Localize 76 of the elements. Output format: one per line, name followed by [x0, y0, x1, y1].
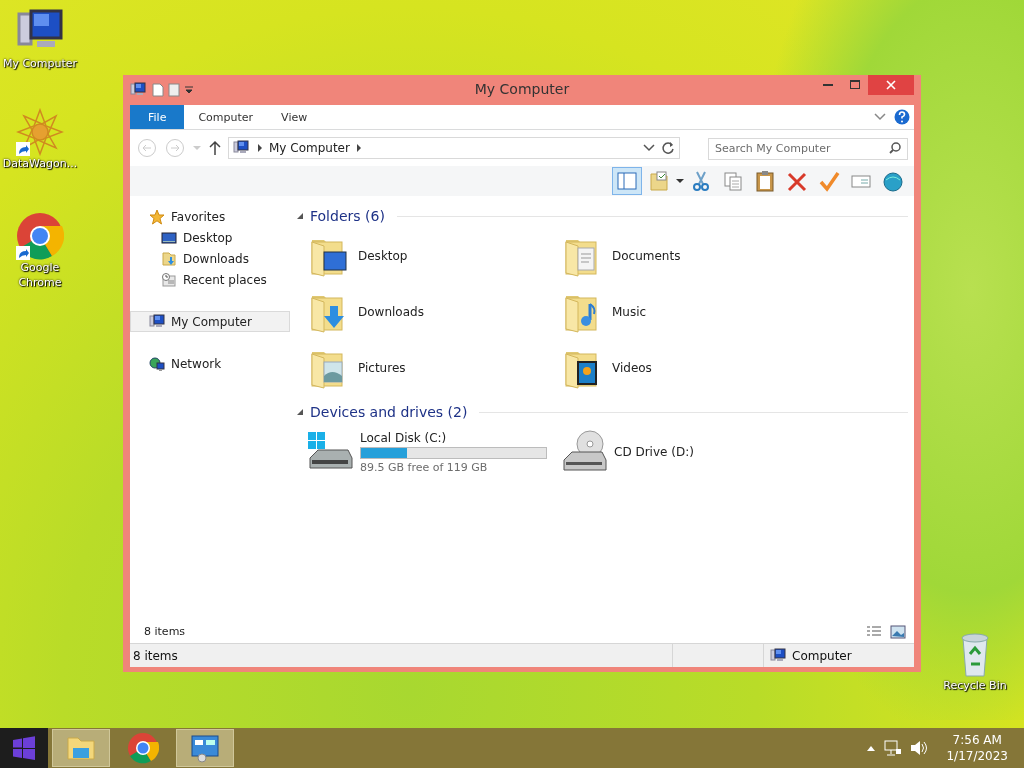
- document-icon[interactable]: [152, 83, 164, 97]
- item-count: 8 items: [144, 625, 186, 638]
- nav-item[interactable]: Downloads: [130, 248, 290, 269]
- drive-name[interactable]: CD Drive (D:): [614, 445, 694, 459]
- up-caret-icon[interactable]: [866, 744, 877, 752]
- close-button[interactable]: [868, 75, 914, 95]
- folder-check-icon: [648, 170, 670, 192]
- large-icons-view-icon[interactable]: [890, 624, 906, 639]
- collapse-triangle-icon[interactable]: [296, 212, 304, 220]
- section-header[interactable]: Folders (6): [310, 208, 385, 224]
- globe-icon: [882, 170, 904, 192]
- drive-name[interactable]: Local Disk (C:): [360, 430, 547, 445]
- ribbon-tab[interactable]: File: [130, 105, 185, 129]
- folder-name[interactable]: Downloads: [358, 305, 424, 319]
- network-icon: [149, 355, 165, 372]
- clipboard-icon: [754, 170, 776, 192]
- taskbar-button[interactable]: [176, 729, 234, 767]
- chevron-right-icon: [355, 144, 362, 152]
- start-button[interactable]: [0, 728, 48, 768]
- pane-icon: [616, 170, 638, 192]
- x-mark-icon: [786, 170, 808, 192]
- clock-time[interactable]: 7:56 AM: [952, 732, 1002, 748]
- refresh-icon[interactable]: [661, 141, 675, 155]
- ribbon-tab[interactable]: Computer: [184, 105, 268, 129]
- close-icon: [886, 80, 896, 90]
- nav-item[interactable]: My Computer: [130, 311, 290, 332]
- breadcrumb-link[interactable]: My Computer: [269, 141, 350, 155]
- control-panel-icon: [189, 732, 221, 764]
- star-pattern-icon[interactable]: [16, 108, 64, 156]
- status-text: 8 items: [133, 648, 178, 663]
- folder-name[interactable]: Documents: [612, 249, 681, 263]
- folder-name[interactable]: Pictures: [358, 361, 406, 375]
- chrome-icon[interactable]: [16, 212, 64, 260]
- folder-name[interactable]: Desktop: [358, 249, 408, 263]
- download-folder-icon: [161, 250, 177, 267]
- chrome-icon: [127, 732, 159, 764]
- preview-pane-button[interactable]: [612, 167, 642, 195]
- nav-item[interactable]: Recent places: [130, 269, 290, 290]
- folder-name[interactable]: Videos: [612, 361, 652, 375]
- copy-icon: [722, 170, 744, 192]
- speaker-icon[interactable]: [910, 740, 929, 756]
- up-arrow-icon[interactable]: [208, 140, 222, 156]
- ribbon-tab[interactable]: View: [267, 105, 322, 129]
- page-icon[interactable]: [168, 83, 180, 97]
- recent-places-icon: [161, 271, 177, 288]
- caret-icon[interactable]: [676, 177, 684, 185]
- computer-icon: [770, 647, 788, 664]
- maximize-icon: [849, 80, 860, 90]
- chevron-down-icon[interactable]: [874, 112, 886, 122]
- search-icon: [889, 142, 901, 154]
- minimize-icon: [822, 84, 833, 86]
- chevron-down-icon[interactable]: [643, 143, 655, 153]
- address-bar[interactable]: My Computer: [228, 137, 680, 159]
- details-view-icon[interactable]: [866, 624, 882, 639]
- computer-icon: [149, 313, 165, 330]
- nav-item[interactable]: Desktop: [130, 227, 290, 248]
- windows-logo-icon: [12, 736, 36, 760]
- clock-date[interactable]: 1/17/2023: [946, 748, 1008, 764]
- computer-icon[interactable]: [130, 82, 148, 98]
- check-mark-icon: [818, 170, 840, 192]
- computer-icon: [233, 140, 251, 156]
- window-title: My Computer: [474, 81, 570, 97]
- section-header[interactable]: Devices and drives (2): [310, 404, 468, 420]
- free-space-text: 89.5 GB free of 119 GB: [360, 460, 489, 474]
- star-icon: [149, 208, 165, 225]
- search-field[interactable]: Search My Computer: [708, 137, 908, 160]
- collapse-triangle-icon[interactable]: [296, 408, 304, 416]
- help-icon[interactable]: [894, 109, 910, 125]
- nav-item[interactable]: Favorites: [130, 206, 290, 227]
- chevron-right-icon: [257, 144, 263, 152]
- nav-item[interactable]: Network: [130, 353, 290, 374]
- status-location: Computer: [792, 648, 852, 663]
- folder-name[interactable]: Music: [612, 305, 647, 319]
- scissors-icon: [690, 170, 712, 192]
- network-status-icon[interactable]: [884, 740, 903, 756]
- desktop-icon: [161, 229, 177, 246]
